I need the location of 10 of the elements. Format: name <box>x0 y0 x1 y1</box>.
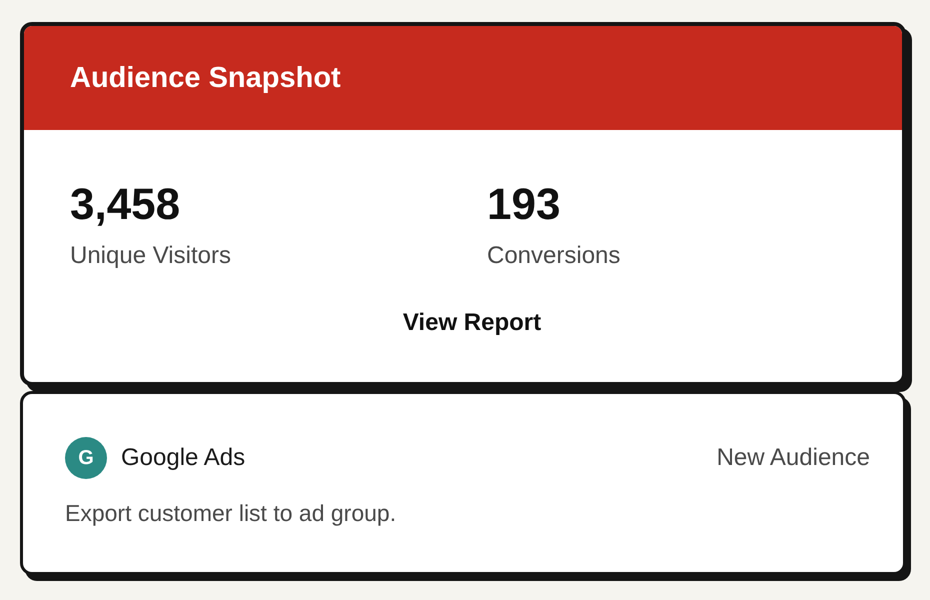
stat-label: Conversions <box>487 241 620 271</box>
stat-value: 193 <box>487 181 560 229</box>
stat-label: Unique Visitors <box>70 241 231 271</box>
view-report-link[interactable]: View Report <box>402 308 542 338</box>
letter-avatar: G <box>65 437 107 479</box>
card-title: Audience Snapshot <box>70 61 341 96</box>
integration-description: Export customer list to ad group. <box>65 499 398 528</box>
stat-value: 3,458 <box>70 181 180 229</box>
integration-name: Google Ads <box>121 443 246 473</box>
audience-tag: New Audience <box>716 443 870 473</box>
